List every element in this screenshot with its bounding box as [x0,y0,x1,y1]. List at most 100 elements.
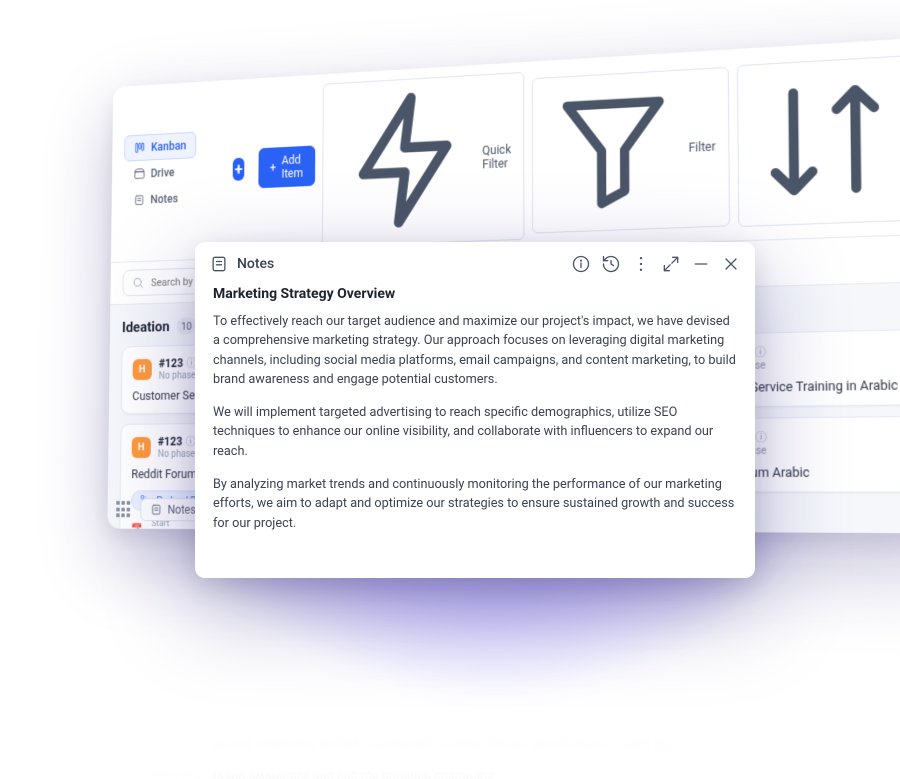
quick-filter-button[interactable]: Quick Filter [322,72,525,248]
card-avatar: H [132,437,151,458]
notes-header-title: Notes [209,254,274,274]
start-date: 20-09-2023 [424,596,472,608]
notes-paragraph: To effectively reach our target audience… [213,767,737,779]
add-view-button[interactable]: + [233,158,244,181]
card-phase: No phase [159,371,197,382]
tab-notes[interactable]: Notes [124,185,188,214]
filter-button[interactable]: Filter [532,66,730,233]
card-phase: No phase [721,689,765,702]
notes-paragraph: By analyzing market trends and continuou… [213,623,737,681]
end-label: End [492,608,540,620]
plus-icon: + [270,161,276,175]
tab-drive[interactable]: Drive [124,159,184,188]
notes-paragraph: We will implement targeted advertising t… [213,695,737,753]
search-icon [131,766,143,779]
card-id: #123 [720,616,748,631]
start-date: 20-09-2023 [151,529,196,533]
note-icon [209,254,229,274]
card-id: #123 [161,607,185,621]
search-box[interactable] [122,759,372,779]
column-header: Doing 3 + ⋯ [677,737,900,769]
view-tabs: Kanban Drive Notes [124,130,227,214]
card-id: #123 [721,701,750,716]
card-avatar: U [690,690,712,713]
card-tag: 🏷 Preload Data [401,628,495,651]
card-title: Reddit Forum Arabic [690,580,900,599]
info-small-icon: ⓘ [753,701,764,718]
notes-body: To effectively reach our target audience… [195,308,755,549]
tag-icon: 🏷 [144,548,156,560]
card-phase: No phase [161,595,198,606]
close-icon[interactable] [721,254,741,274]
column-more-button[interactable]: ⋯ [354,726,373,746]
column-add-button[interactable]: + [612,735,632,756]
kanban-icon [134,141,146,155]
column-count: 3 [725,740,744,759]
expand-icon[interactable] [661,254,681,274]
info-small-icon: ⓘ [189,606,199,621]
info-small-icon: ⓘ [459,692,469,708]
more-vertical-icon[interactable] [631,254,651,274]
search-icon [132,276,144,290]
history-icon[interactable] [601,254,621,274]
minimize-icon[interactable] [691,254,711,274]
info-small-icon: ⓘ [755,344,767,361]
card-avatar: H [133,359,152,380]
column-count: 10 [177,721,197,739]
notes-paragraph: By analyzing market trends and continuou… [213,475,737,533]
info-icon[interactable] [571,254,591,274]
column-add-button[interactable]: + [328,725,346,745]
column-header: To-Do 3 + ⋯ [389,727,660,757]
card-phase: No phase [720,604,764,616]
card-id: #123 [160,685,184,699]
column-title: To-Do [389,728,427,747]
card-phase: No phase [158,449,196,460]
kanban-card[interactable]: M #123 ⓘ No phase 🕑 1 min ago Social Lis… [389,583,659,726]
stage: Kanban Drive Notes + + Add Item Quick Fi… [0,0,900,779]
notes-head-label: Notes [237,256,274,272]
notes-body: To effectively reach our target audience… [195,607,755,779]
apps-grid-icon[interactable] [121,537,137,554]
notes-title: Marketing Strategy Overview [195,282,755,308]
note-icon [155,539,167,552]
add-item-button[interactable]: + Add Item [258,146,315,189]
end-date: 20-09-2023 [492,597,540,609]
notes-header: Notes [195,242,755,282]
search-input[interactable] [150,767,361,779]
column-count: 10 [176,317,196,335]
kanban-card[interactable]: U #123 ⓘ No phase Customer Service Train… [677,652,900,736]
clock-icon: 🕑 [301,605,312,616]
search-row [110,750,900,779]
card-title: Customer Service Training in Arabic [690,664,900,686]
filter-label: Filter [689,140,716,155]
card-title: Customer Service Training in Arabic [135,651,361,671]
card-avatar: H [135,597,154,618]
kanban-card[interactable]: M #123 ⓘ No phase Reddit Forum Arabic [676,568,900,648]
card-phase: No phase [160,673,197,685]
sort-button[interactable]: Sort [736,53,900,227]
card-id: #123 [158,435,182,449]
column-more-button[interactable]: ⋯ [639,736,659,757]
card-phase: No phase [429,681,469,693]
funnel-icon [544,76,683,226]
column-title: Ideation [123,719,171,738]
tab-kanban[interactable]: Kanban [124,132,196,162]
card-time: 🕑 1 min ago [586,693,646,706]
kanban-card[interactable]: H #123 ⓘ No phase 🕑 5 min ago Customer S… [123,640,373,717]
tag-icon: 🏷 [411,632,423,645]
info-small-icon: ⓘ [188,685,198,701]
bottom-bar: Notes [116,498,206,521]
info-small-icon: ⓘ [755,429,767,446]
calendar-icon: 📅 [401,600,414,613]
bolt-icon [334,82,477,241]
info-small-icon: ⓘ [753,616,764,633]
apps-grid-icon[interactable] [116,501,132,518]
tab-label: Drive [151,166,175,180]
notes-reflection: Notes Marketing Strategy Overview To eff… [195,578,755,779]
notes-paragraph: To effectively reach our target audience… [213,312,737,389]
column-header: Ideation 10 + ⋯ [122,718,372,746]
assignee-avatar: AC [620,597,646,624]
board-top-bar: Kanban Drive Notes + + Add Item Quick Fi… [111,36,900,264]
card-time: 🕑 5 min ago [305,685,360,697]
tab-label: Notes [150,192,178,206]
